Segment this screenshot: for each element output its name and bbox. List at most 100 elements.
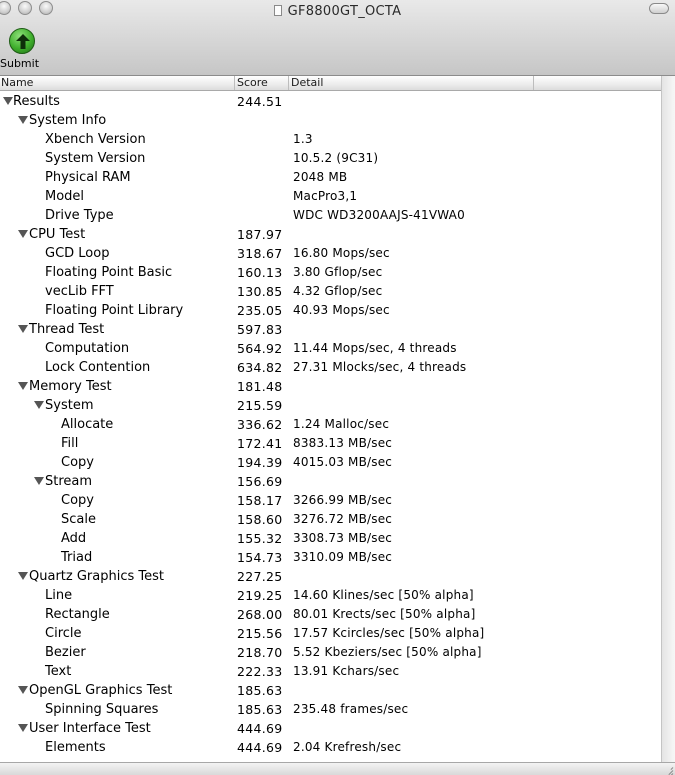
outline-row[interactable]: Elements 444.69 2.04 Krefresh/sec xyxy=(0,738,661,757)
row-name: Thread Test xyxy=(29,322,105,337)
toolbar-toggle-button[interactable] xyxy=(649,3,669,14)
row-detail: 27.31 Mlocks/sec, 4 threads xyxy=(293,360,467,374)
outline-row[interactable]: Thread Test 597.83 xyxy=(0,320,661,339)
outline-row[interactable]: Results 244.51 xyxy=(0,92,661,111)
disclosure-triangle-icon[interactable] xyxy=(18,325,28,333)
outline-row[interactable]: vecLib FFT 130.85 4.32 Gflop/sec xyxy=(0,282,661,301)
outline-row[interactable]: Copy 194.39 4015.03 MB/sec xyxy=(0,453,661,472)
row-score: 181.48 xyxy=(237,379,283,394)
outline-row[interactable]: Physical RAM 2048 MB xyxy=(0,168,661,187)
row-name: User Interface Test xyxy=(29,721,151,736)
row-score: 156.69 xyxy=(237,474,283,489)
resize-grip-icon[interactable] xyxy=(663,764,674,775)
outline-row[interactable]: Quartz Graphics Test 227.25 xyxy=(0,567,661,586)
outline-row[interactable]: System Info xyxy=(0,111,661,130)
column-name-header[interactable]: Name xyxy=(0,76,235,90)
row-score: 268.00 xyxy=(237,607,283,622)
row-detail: 10.5.2 (9C31) xyxy=(293,151,379,165)
row-detail: 1.3 xyxy=(293,132,313,146)
disclosure-triangle-icon[interactable] xyxy=(18,382,28,390)
row-detail: 3310.09 MB/sec xyxy=(293,550,393,564)
row-score: 155.32 xyxy=(237,531,283,546)
row-detail: 11.44 Mops/sec, 4 threads xyxy=(293,341,457,355)
disclosure-triangle-icon[interactable] xyxy=(18,724,28,732)
row-score: 564.92 xyxy=(237,341,283,356)
outline-row[interactable]: Drive Type WDC WD3200AAJS-41VWA0 xyxy=(0,206,661,225)
row-name: System Version xyxy=(45,151,146,166)
column-score-header[interactable]: Score xyxy=(235,76,289,90)
row-score: 597.83 xyxy=(237,322,283,337)
row-name: Physical RAM xyxy=(45,170,131,185)
row-score: 336.62 xyxy=(237,417,283,432)
outline-row[interactable]: Scale 158.60 3276.72 MB/sec xyxy=(0,510,661,529)
results-outline[interactable]: Results 244.51 System Info Xbench Version 1.… xyxy=(0,92,661,762)
outline-row[interactable]: Bezier 218.70 5.52 Kbeziers/sec [50% alpha… xyxy=(0,643,661,662)
outline-row[interactable]: Rectangle 268.00 80.01 Krects/sec [50% alp… xyxy=(0,605,661,624)
outline-row[interactable]: System Version 10.5.2 (9C31) xyxy=(0,149,661,168)
row-name: Bezier xyxy=(45,645,86,660)
outline-row[interactable]: User Interface Test 444.69 xyxy=(0,719,661,738)
row-score: 158.60 xyxy=(237,512,283,527)
row-name: Model xyxy=(45,189,85,204)
outline-row[interactable]: OpenGL Graphics Test 185.63 xyxy=(0,681,661,700)
row-detail: 2048 MB xyxy=(293,170,348,184)
outline-row[interactable]: Model MacPro3,1 xyxy=(0,187,661,206)
row-name: Add xyxy=(61,531,87,546)
row-score: 235.05 xyxy=(237,303,283,318)
row-score: 185.63 xyxy=(237,683,283,698)
row-detail: 235.48 frames/sec xyxy=(293,702,409,716)
row-score: 215.59 xyxy=(237,398,283,413)
row-name: Results xyxy=(13,94,60,109)
row-detail: 40.93 Mops/sec xyxy=(293,303,390,317)
disclosure-triangle-icon[interactable] xyxy=(18,116,28,124)
outline-row[interactable]: Spinning Squares 185.63 235.48 frames/sec xyxy=(0,700,661,719)
submit-label: Submit xyxy=(0,57,40,70)
outline-row[interactable]: Circle 215.56 17.57 Kcircles/sec [50% alph… xyxy=(0,624,661,643)
row-name: Line xyxy=(45,588,73,603)
outline-row[interactable]: Xbench Version 1.3 xyxy=(0,130,661,149)
row-name: OpenGL Graphics Test xyxy=(29,683,173,698)
row-name: Text xyxy=(45,664,72,679)
disclosure-triangle-icon[interactable] xyxy=(34,477,44,485)
outline-row[interactable]: GCD Loop 318.67 16.80 Mops/sec xyxy=(0,244,661,263)
disclosure-triangle-icon[interactable] xyxy=(18,572,28,580)
outline-row[interactable]: Lock Contention 634.82 27.31 Mlocks/sec, 4… xyxy=(0,358,661,377)
row-detail: 3.80 Gflop/sec xyxy=(293,265,383,279)
column-filler-header xyxy=(534,76,661,90)
outline-row[interactable]: Text 222.33 13.91 Kchars/sec xyxy=(0,662,661,681)
outline-row[interactable]: Computation 564.92 11.44 Mops/sec, 4 threa… xyxy=(0,339,661,358)
row-name: Spinning Squares xyxy=(45,702,159,717)
row-name: Stream xyxy=(45,474,93,489)
bottom-bar xyxy=(0,762,675,775)
vertical-scrollbar[interactable] xyxy=(661,76,675,762)
row-score: 185.63 xyxy=(237,702,283,717)
row-detail: 4015.03 MB/sec xyxy=(293,455,393,469)
outline-row[interactable]: Floating Point Library 235.05 40.93 Mops/s… xyxy=(0,301,661,320)
disclosure-triangle-icon[interactable] xyxy=(18,686,28,694)
row-score: 172.41 xyxy=(237,436,283,451)
row-detail: 3266.99 MB/sec xyxy=(293,493,393,507)
outline-row[interactable]: Line 219.25 14.60 Klines/sec [50% alpha] xyxy=(0,586,661,605)
outline-row[interactable]: Allocate 336.62 1.24 Malloc/sec xyxy=(0,415,661,434)
column-detail-header[interactable]: Detail xyxy=(289,76,534,90)
outline-row[interactable]: System 215.59 xyxy=(0,396,661,415)
row-name: Floating Point Basic xyxy=(45,265,173,280)
window-chrome: GF8800GT_OCTA Submit xyxy=(0,0,675,76)
disclosure-triangle-icon[interactable] xyxy=(3,97,13,105)
row-score: 187.97 xyxy=(237,227,283,242)
outline-row[interactable]: Fill 172.41 8383.13 MB/sec xyxy=(0,434,661,453)
disclosure-triangle-icon[interactable] xyxy=(18,230,28,238)
row-name: Drive Type xyxy=(45,208,114,223)
row-score: 219.25 xyxy=(237,588,283,603)
outline-row[interactable]: Copy 158.17 3266.99 MB/sec xyxy=(0,491,661,510)
outline-row[interactable]: Triad 154.73 3310.09 MB/sec xyxy=(0,548,661,567)
outline-row[interactable]: Floating Point Basic 160.13 3.80 Gflop/sec xyxy=(0,263,661,282)
disclosure-triangle-icon[interactable] xyxy=(34,401,44,409)
row-score: 634.82 xyxy=(237,360,283,375)
submit-button[interactable]: Submit xyxy=(0,26,44,74)
outline-row[interactable]: Add 155.32 3308.73 MB/sec xyxy=(0,529,661,548)
outline-row[interactable]: Memory Test 181.48 xyxy=(0,377,661,396)
outline-row[interactable]: Stream 156.69 xyxy=(0,472,661,491)
outline-row[interactable]: CPU Test 187.97 xyxy=(0,225,661,244)
row-name: Lock Contention xyxy=(45,360,151,375)
